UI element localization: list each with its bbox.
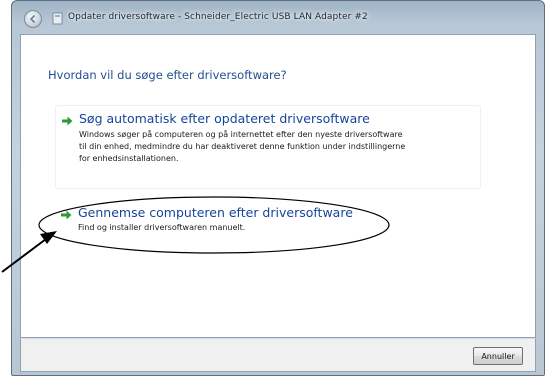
back-button[interactable] <box>24 10 42 28</box>
option-description-line: Find og installer driversoftwaren manuel… <box>78 223 246 232</box>
dialog-window: Opdater driversoftware - Schneider_Elect… <box>11 0 545 376</box>
green-arrow-icon <box>61 210 72 220</box>
screenshot: Opdater driversoftware - Schneider_Elect… <box>0 0 553 385</box>
dialog-footer: Annuller <box>20 338 536 372</box>
device-icon <box>52 12 63 25</box>
option-browse-computer[interactable]: Gennemse computeren efter driversoftware… <box>55 201 481 245</box>
option-title: Søg automatisk efter opdateret driversof… <box>79 111 370 126</box>
back-arrow-icon <box>29 14 36 24</box>
option-title: Gennemse computeren efter driversoftware <box>78 205 353 220</box>
cancel-button[interactable]: Annuller <box>473 347 523 365</box>
option-description-line: til din enhed, medmindre du har deaktive… <box>79 142 406 151</box>
title-bar: Opdater driversoftware - Schneider_Elect… <box>12 1 544 35</box>
green-arrow-icon <box>62 116 73 126</box>
page-question: Hvordan vil du søge efter driversoftware… <box>48 68 287 82</box>
dialog-content: Hvordan vil du søge efter driversoftware… <box>20 34 536 338</box>
option-search-automatically[interactable]: Søg automatisk efter opdateret driversof… <box>55 105 481 189</box>
option-description-line: for enhedsinstallationen. <box>79 154 179 163</box>
option-description: Windows søger på computeren og på intern… <box>79 129 405 165</box>
option-description: Find og installer driversoftwaren manuel… <box>78 222 245 234</box>
window-title: Opdater driversoftware - Schneider_Elect… <box>68 12 368 22</box>
option-description-line: Windows søger på computeren og på intern… <box>79 130 403 139</box>
